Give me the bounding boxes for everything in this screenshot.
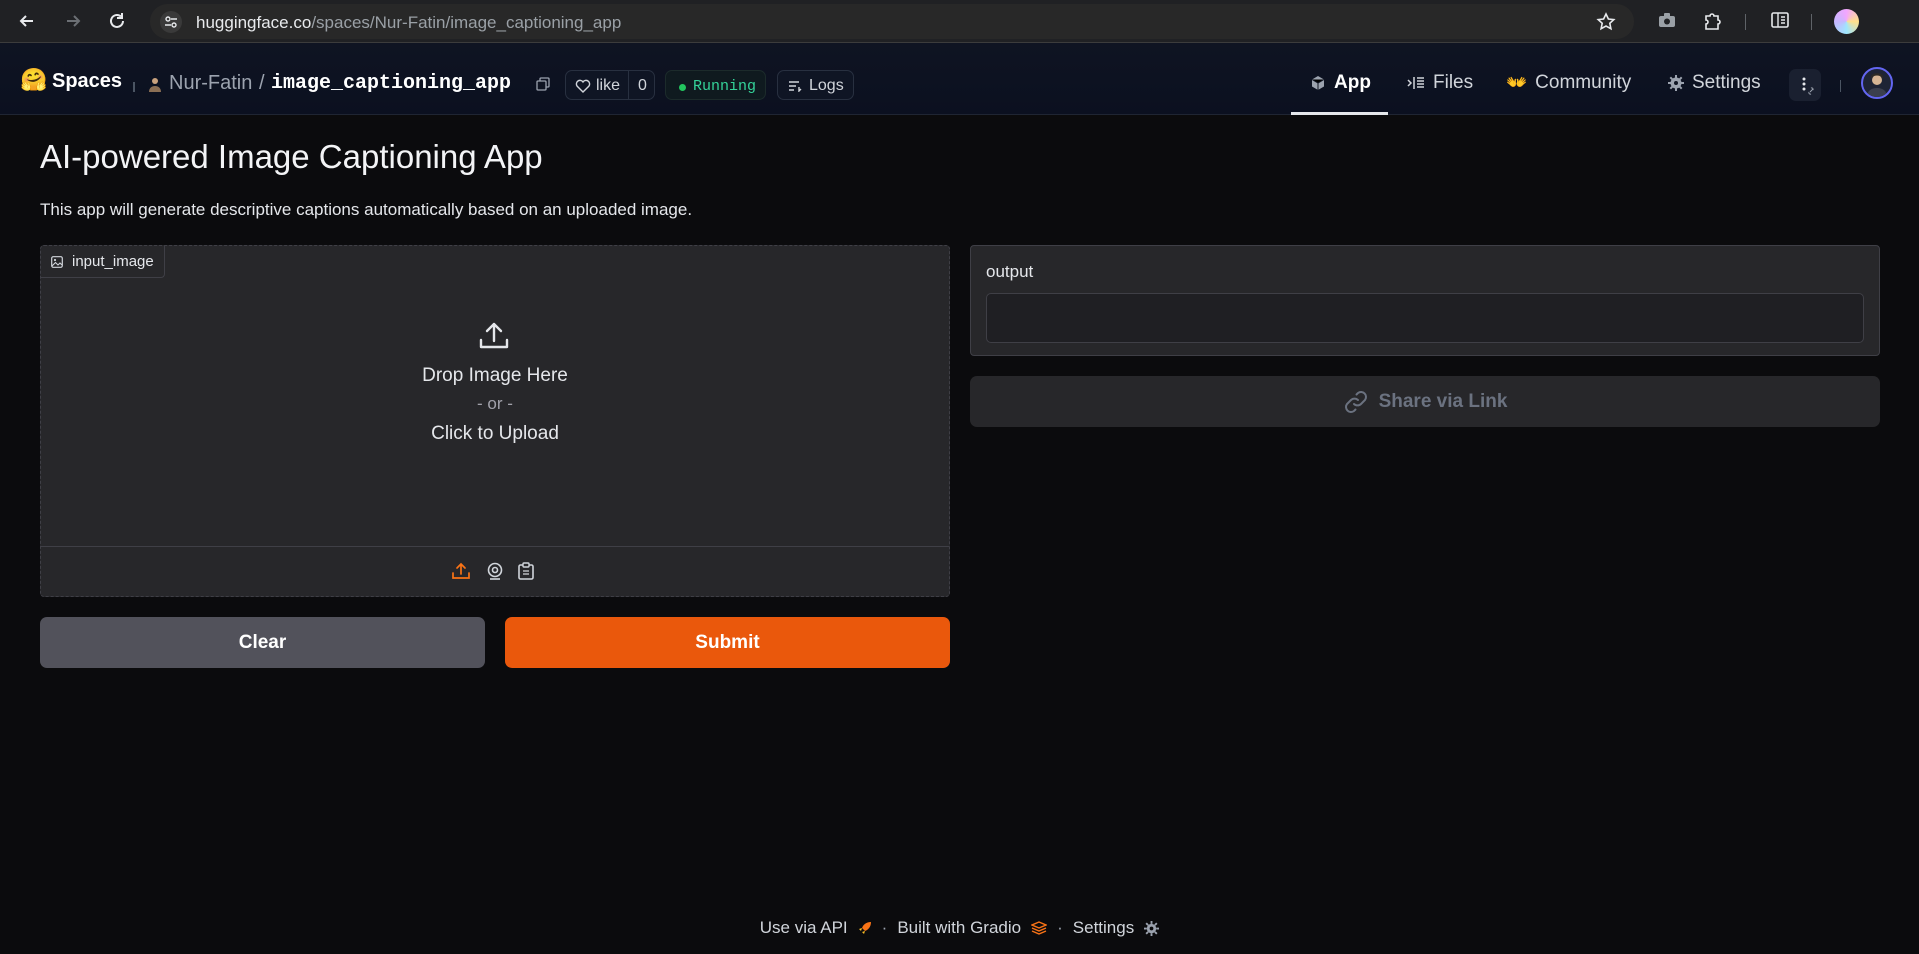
- spaces-link[interactable]: Spaces: [52, 70, 122, 93]
- footer-settings-link[interactable]: Settings: [1073, 918, 1134, 938]
- output-panel: output: [970, 245, 1880, 356]
- submit-button[interactable]: Submit: [505, 617, 950, 668]
- like-label: like: [596, 77, 621, 94]
- status-dot: [679, 84, 686, 91]
- app-cube-icon: [1311, 76, 1325, 90]
- url-host: huggingface.co: [196, 13, 312, 32]
- logs-button[interactable]: Logs: [777, 70, 854, 100]
- files-icon: [1407, 77, 1424, 89]
- output-textbox[interactable]: [986, 293, 1864, 343]
- footer-api-link[interactable]: Use via API: [760, 918, 848, 938]
- output-label: output: [986, 262, 1034, 281]
- kebab-menu-icon: [1802, 77, 1814, 95]
- reading-list-icon[interactable]: [1770, 10, 1790, 30]
- page-description: This app will generate descriptive capti…: [40, 200, 693, 219]
- page-title: AI-powered Image Captioning App: [40, 138, 543, 175]
- clipboard-source-icon[interactable]: [518, 562, 534, 580]
- input-image-label-text: input_image: [72, 253, 154, 270]
- logs-icon: [788, 80, 802, 92]
- image-upload-panel: input_image Drop Image Here - or - Click…: [40, 245, 950, 597]
- heart-icon: [575, 79, 591, 93]
- reload-icon[interactable]: [104, 8, 130, 34]
- repo-name[interactable]: image_captioning_app: [271, 72, 511, 95]
- toolbar-divider: [1811, 14, 1812, 30]
- like-divider: [628, 71, 629, 99]
- bookmark-star-icon[interactable]: [1596, 12, 1616, 32]
- webcam-source-icon[interactable]: [486, 562, 504, 580]
- tab-files[interactable]: Files: [1407, 68, 1473, 98]
- like-count: 0: [638, 77, 647, 94]
- logs-label: Logs: [809, 77, 844, 94]
- tab-community-label: Community: [1535, 72, 1632, 93]
- click-upload-text: Click to Upload: [431, 423, 559, 444]
- rocket-icon: [858, 921, 872, 935]
- forward-icon[interactable]: [60, 8, 86, 34]
- camera-icon[interactable]: [1657, 10, 1677, 30]
- drop-image-text: Drop Image Here: [422, 365, 568, 386]
- url-text: huggingface.co/spaces/Nur-Fatin/image_ca…: [196, 13, 621, 33]
- active-tab-indicator: [1291, 112, 1388, 115]
- like-button[interactable]: like 0: [565, 70, 655, 100]
- image-drop-zone[interactable]: Drop Image Here - or - Click to Upload: [41, 278, 949, 546]
- input-image-label: input_image: [41, 246, 165, 278]
- share-label: Share via Link: [1378, 390, 1508, 412]
- toolbar-divider: [1745, 14, 1746, 30]
- settings-gear-icon: [1668, 75, 1684, 91]
- url-path: /spaces/Nur-Fatin/image_captioning_app: [311, 13, 622, 32]
- tab-app[interactable]: App: [1310, 68, 1371, 98]
- upload-arrow-icon: [478, 320, 510, 352]
- owner-avatar-icon: [147, 76, 163, 92]
- settings-gear-icon: [1144, 920, 1160, 936]
- image-icon: [51, 255, 63, 268]
- upload-source-toolbar: [41, 546, 949, 596]
- more-options-button[interactable]: [1789, 69, 1821, 101]
- gradio-logo-icon: [1031, 921, 1048, 935]
- link-icon: [1344, 390, 1367, 413]
- copy-icon[interactable]: [536, 77, 550, 91]
- status-badge: Running: [665, 70, 766, 100]
- footer: Use via API · Built with Gradio · Settin…: [0, 918, 1919, 938]
- footer-gradio-link[interactable]: Built with Gradio: [897, 918, 1021, 938]
- tab-community[interactable]: 👐 Community: [1506, 68, 1631, 98]
- browser-toolbar: huggingface.co/spaces/Nur-Fatin/image_ca…: [0, 0, 1919, 43]
- share-via-link-button[interactable]: Share via Link: [970, 376, 1880, 427]
- or-text: - or -: [477, 394, 513, 413]
- owner-link[interactable]: Nur-Fatin: [169, 72, 252, 95]
- tab-app-label: App: [1334, 72, 1371, 93]
- tab-settings-label: Settings: [1692, 72, 1761, 93]
- spaces-header: 🤗 Spaces Nur-Fatin / image_captioning_ap…: [0, 43, 1919, 115]
- site-info-icon[interactable]: [160, 11, 182, 33]
- header-divider: [133, 82, 135, 92]
- upload-source-icon[interactable]: [452, 562, 470, 580]
- clear-button[interactable]: Clear: [40, 617, 485, 668]
- tab-settings[interactable]: Settings: [1668, 68, 1761, 98]
- extensions-icon[interactable]: [1703, 10, 1723, 32]
- address-bar[interactable]: huggingface.co/spaces/Nur-Fatin/image_ca…: [150, 4, 1634, 39]
- browser-profile-avatar[interactable]: [1834, 9, 1859, 34]
- tab-files-label: Files: [1433, 72, 1474, 93]
- community-icon: 👐: [1506, 73, 1528, 92]
- footer-separator: ·: [1057, 918, 1063, 937]
- header-divider: [1840, 80, 1841, 92]
- user-avatar[interactable]: [1861, 67, 1893, 99]
- back-icon[interactable]: [14, 8, 40, 34]
- footer-separator: ·: [881, 918, 888, 937]
- path-separator: /: [259, 72, 265, 94]
- status-label: Running: [693, 78, 757, 95]
- hugging-face-logo[interactable]: 🤗: [20, 67, 47, 93]
